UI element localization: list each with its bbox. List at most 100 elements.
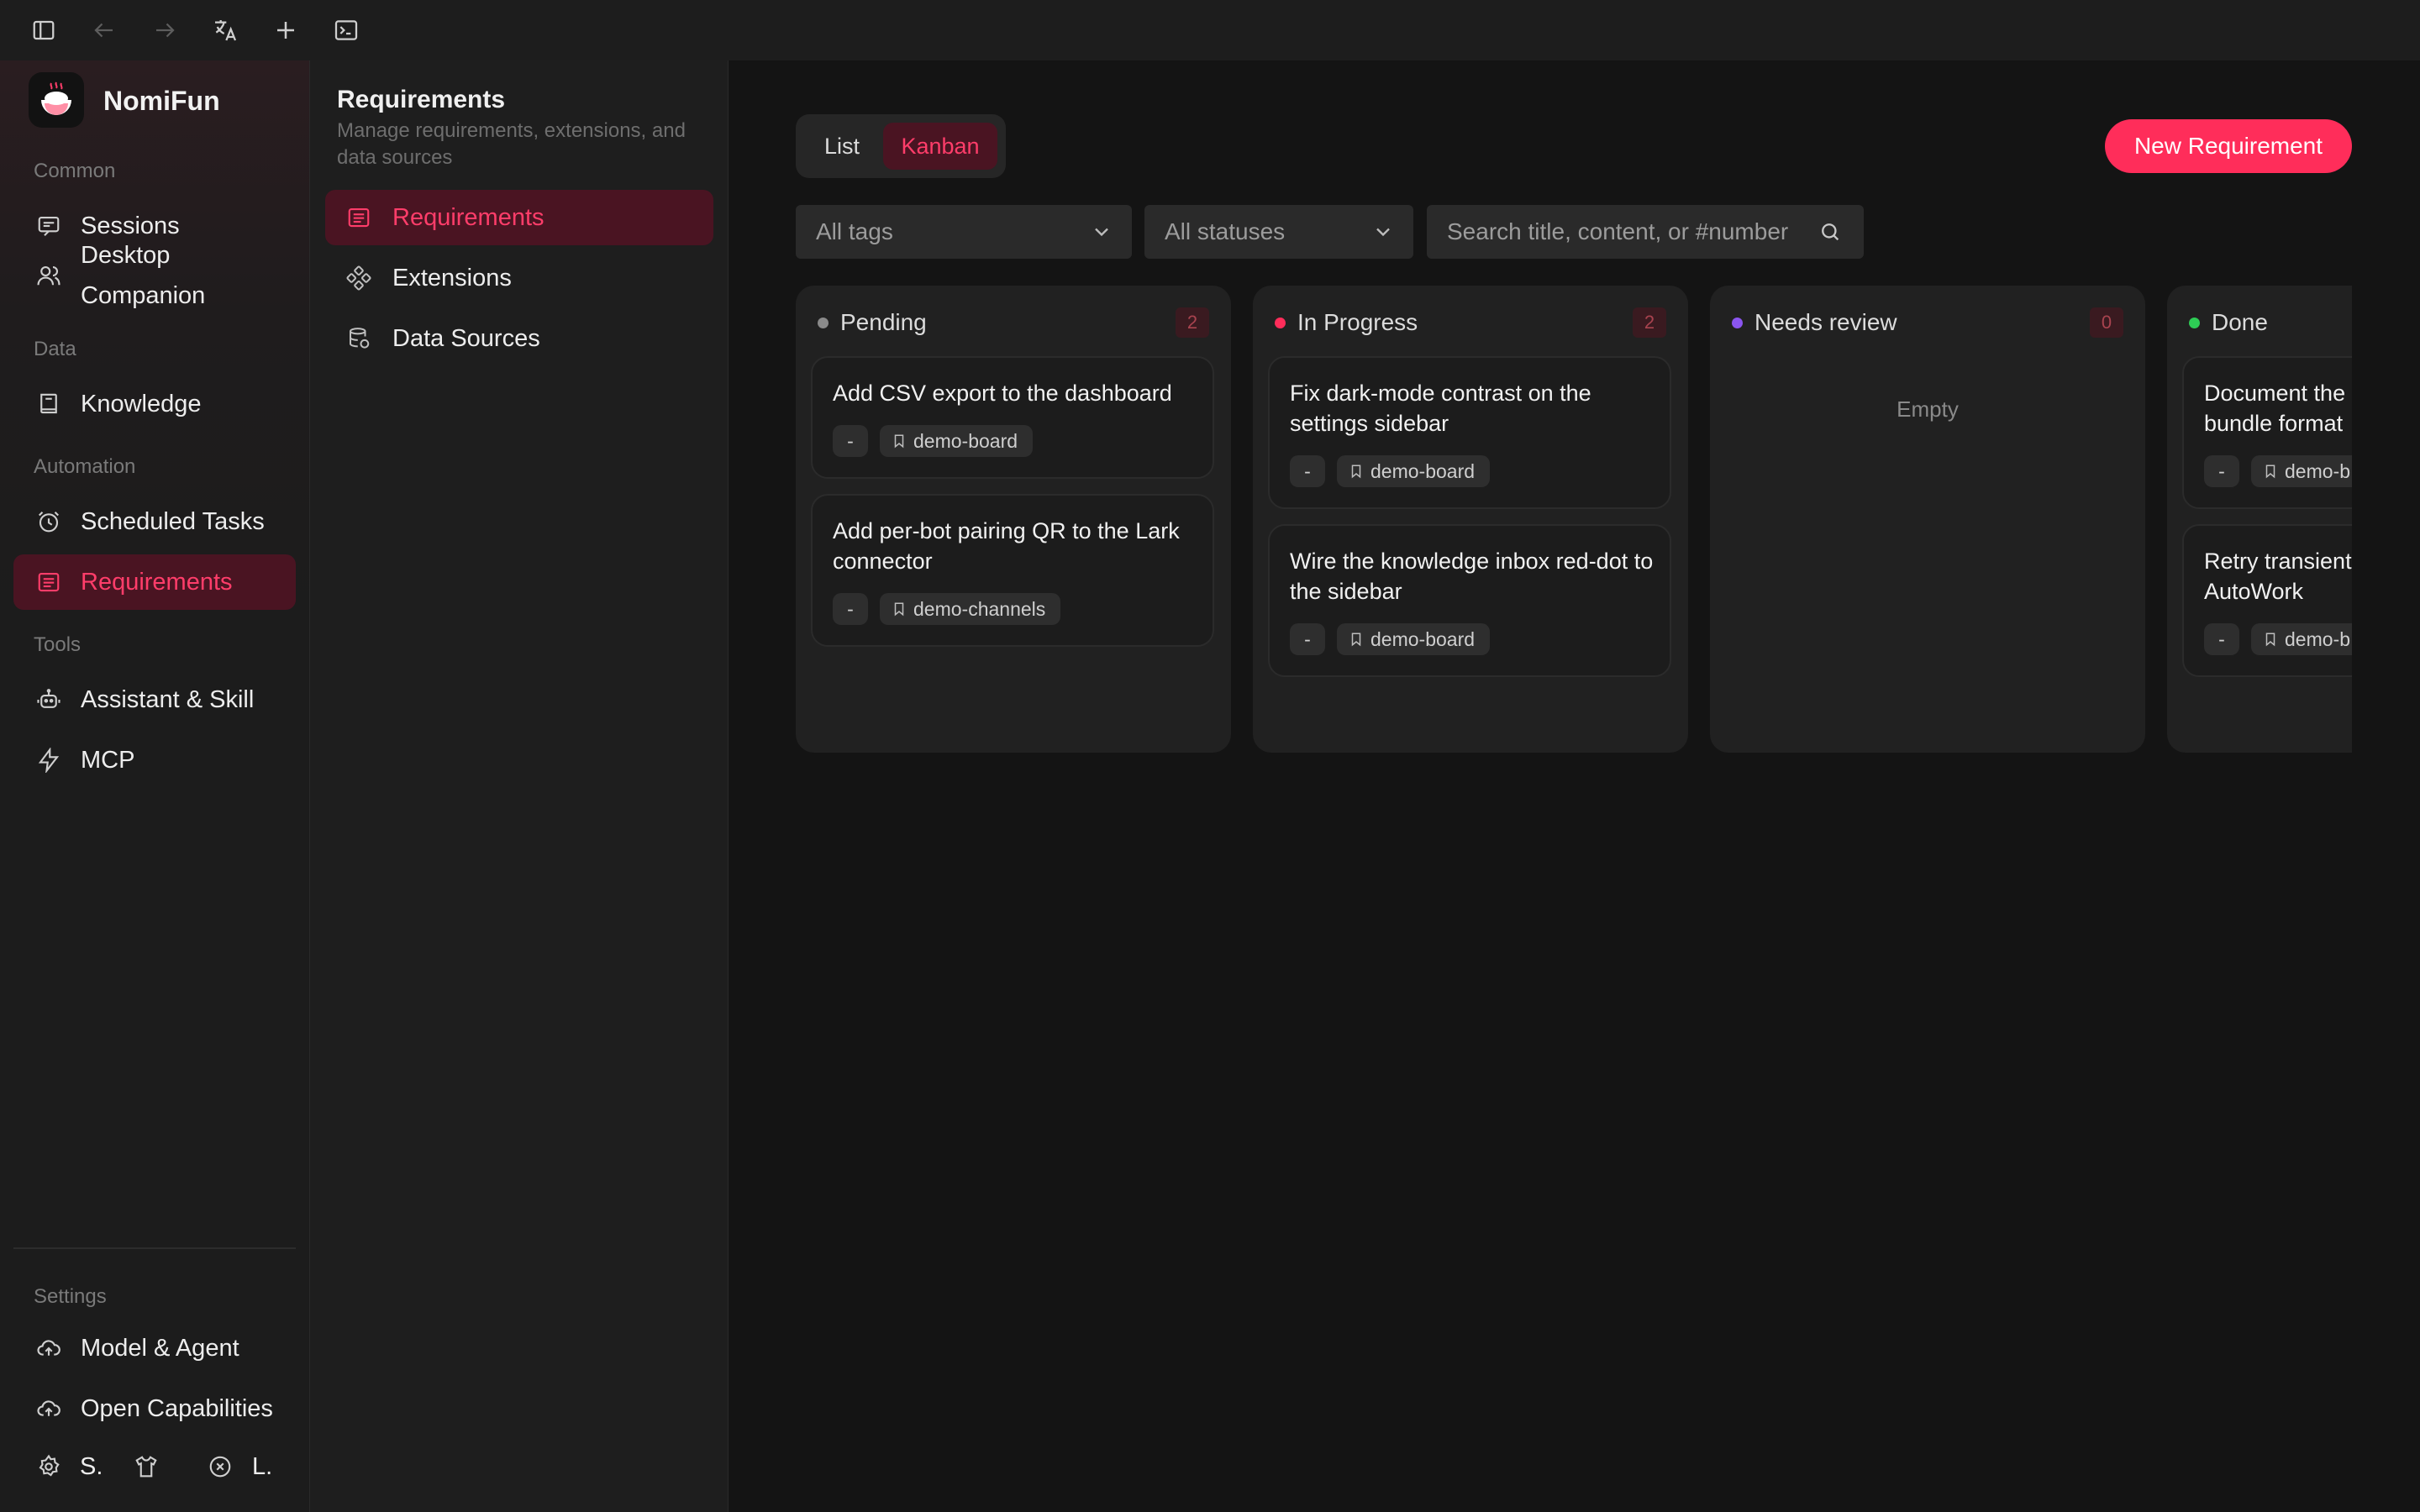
column-count-badge: 2: [1633, 307, 1666, 338]
primary-sidebar: NomiFun Common Sessions Desktop Companion…: [0, 60, 310, 1512]
column-header: Pending: [818, 306, 927, 339]
chevron-down-icon: [1371, 220, 1395, 244]
requirement-card[interactable]: Add per-bot pairing QR to the Lark conne…: [811, 494, 1214, 647]
priority-chip: -: [1290, 455, 1325, 487]
translate-icon[interactable]: [208, 13, 242, 47]
main-content: List Kanban New Requirement All tags All…: [729, 60, 2420, 1512]
terminal-icon[interactable]: [329, 13, 363, 47]
card-title: Wire the knowledge inbox red-dot to the …: [1290, 549, 1654, 604]
column-header: Done: [2189, 306, 2268, 339]
cloud-sync-icon: [34, 1333, 64, 1363]
view-kanban-button[interactable]: Kanban: [883, 123, 997, 170]
bookmark-icon: [1349, 463, 1364, 480]
bookmark-icon: [892, 601, 907, 617]
tshirt-icon[interactable]: [131, 1452, 161, 1482]
nav-item-assistant-skill[interactable]: Assistant & Skill: [13, 672, 296, 727]
tags-filter-select[interactable]: All tags: [796, 205, 1132, 259]
card-title: Add CSV export to the dashboard: [833, 381, 1172, 406]
database-icon: [344, 323, 374, 354]
priority-chip: -: [1290, 623, 1325, 655]
forward-arrow-icon[interactable]: [148, 13, 182, 47]
gear-icon[interactable]: [34, 1452, 64, 1482]
status-dot: [818, 317, 829, 328]
subnav-item-label: Data Sources: [392, 324, 540, 352]
column-count-badge: 0: [2090, 307, 2123, 338]
nav-item-knowledge[interactable]: Knowledge: [13, 376, 296, 432]
kanban-column-needs-review: Needs review 0 Empty: [1710, 286, 2145, 753]
status-filter-value: All statuses: [1165, 218, 1286, 244]
nav-section-data: Data: [34, 338, 76, 360]
requirement-card[interactable]: Retry transient AutoWork - demo-b: [2182, 524, 2352, 677]
list-icon: [344, 202, 374, 233]
search-input[interactable]: Search title, content, or #number: [1427, 205, 1864, 259]
kanban-column-pending: Pending 2 Add CSV export to the dashboar…: [796, 286, 1231, 753]
nav-section-common: Common: [34, 160, 116, 182]
back-arrow-icon[interactable]: [87, 13, 121, 47]
tag-chip: demo-channels: [880, 593, 1061, 625]
close-circle-icon[interactable]: [205, 1452, 235, 1482]
bookmark-icon: [892, 433, 907, 449]
nav-item-desktop-companion[interactable]: Desktop Companion: [13, 234, 296, 318]
priority-chip: -: [833, 425, 868, 457]
subnav-item-label: Requirements: [392, 203, 544, 231]
status-dot: [1275, 317, 1286, 328]
requirement-card[interactable]: Document the bundle format - demo-b: [2182, 356, 2352, 509]
requirement-card[interactable]: Fix dark-mode contrast on the settings s…: [1268, 356, 1671, 509]
nav-item-open-capabilities[interactable]: Open Capabilities: [13, 1381, 296, 1436]
search-icon: [1818, 220, 1842, 244]
subnav-item-requirements[interactable]: Requirements: [325, 190, 713, 245]
new-requirement-button[interactable]: New Requirement: [2105, 119, 2352, 173]
top-bar: [0, 0, 2420, 61]
nav-item-requirements[interactable]: Requirements: [13, 554, 296, 610]
lightning-icon: [34, 745, 64, 775]
nav-item-label: Desktop Companion: [81, 242, 206, 309]
nav-section-automation: Automation: [34, 455, 136, 478]
users-icon: [34, 260, 64, 291]
tag-chip: demo-b: [2251, 455, 2352, 487]
requirement-card[interactable]: Wire the knowledge inbox red-dot to the …: [1268, 524, 1671, 677]
language-short-label[interactable]: L.: [252, 1453, 272, 1481]
chevron-down-icon: [1090, 220, 1113, 244]
nav-section-tools: Tools: [34, 633, 82, 656]
subnav-item-extensions[interactable]: Extensions: [325, 250, 713, 306]
nav-divider: [13, 1247, 296, 1249]
subnav-title: Requirements: [337, 86, 506, 113]
subnav-description: Manage requirements, extensions, and dat…: [337, 119, 686, 169]
book-icon: [34, 389, 64, 419]
status-filter-select[interactable]: All statuses: [1144, 205, 1413, 259]
status-dot: [2189, 317, 2200, 328]
card-title: Add per-bot pairing QR to the Lark conne…: [833, 518, 1180, 574]
settings-short-label[interactable]: S.: [80, 1453, 103, 1481]
nav-item-label: Knowledge: [81, 391, 202, 417]
nav-item-label: Model & Agent: [81, 1335, 239, 1362]
sidebar-toggle-icon[interactable]: [27, 13, 60, 47]
nav-item-label: Requirements: [81, 569, 233, 596]
column-header: Needs review: [1732, 306, 1897, 339]
subnav-item-data-sources[interactable]: Data Sources: [325, 311, 713, 366]
status-dot: [1732, 317, 1743, 328]
kanban-column-in-progress: In Progress 2 Fix dark-mode contrast on …: [1253, 286, 1688, 753]
plus-icon[interactable]: [269, 13, 302, 47]
nav-section-settings: Settings: [34, 1285, 107, 1308]
robot-icon: [34, 685, 64, 715]
nav-item-mcp[interactable]: MCP: [13, 732, 296, 788]
column-title: In Progress: [1297, 309, 1418, 335]
requirement-card[interactable]: Add CSV export to the dashboard - demo-b…: [811, 356, 1214, 479]
nav-item-label: Open Capabilities: [81, 1395, 273, 1422]
column-count-badge: 2: [1176, 307, 1209, 338]
nav-item-model-agent[interactable]: Model & Agent: [13, 1320, 296, 1376]
tag-chip: demo-board: [1337, 455, 1491, 487]
priority-chip: -: [2204, 455, 2239, 487]
nav-item-scheduled-tasks[interactable]: Scheduled Tasks: [13, 494, 296, 549]
column-title: Pending: [840, 309, 927, 335]
tag-chip: demo-board: [1337, 623, 1491, 655]
bookmark-icon: [2263, 631, 2278, 648]
search-placeholder: Search title, content, or #number: [1447, 218, 1789, 244]
card-title: Fix dark-mode contrast on the settings s…: [1290, 381, 1591, 436]
view-toggle: List Kanban: [796, 114, 1006, 178]
empty-column-text: Empty: [1897, 396, 1959, 422]
view-list-button[interactable]: List: [806, 123, 878, 170]
tag-chip: demo-board: [880, 425, 1034, 457]
kanban-column-done: Done Document the bundle format - demo-b…: [2167, 286, 2352, 753]
bookmark-icon: [2263, 463, 2278, 480]
